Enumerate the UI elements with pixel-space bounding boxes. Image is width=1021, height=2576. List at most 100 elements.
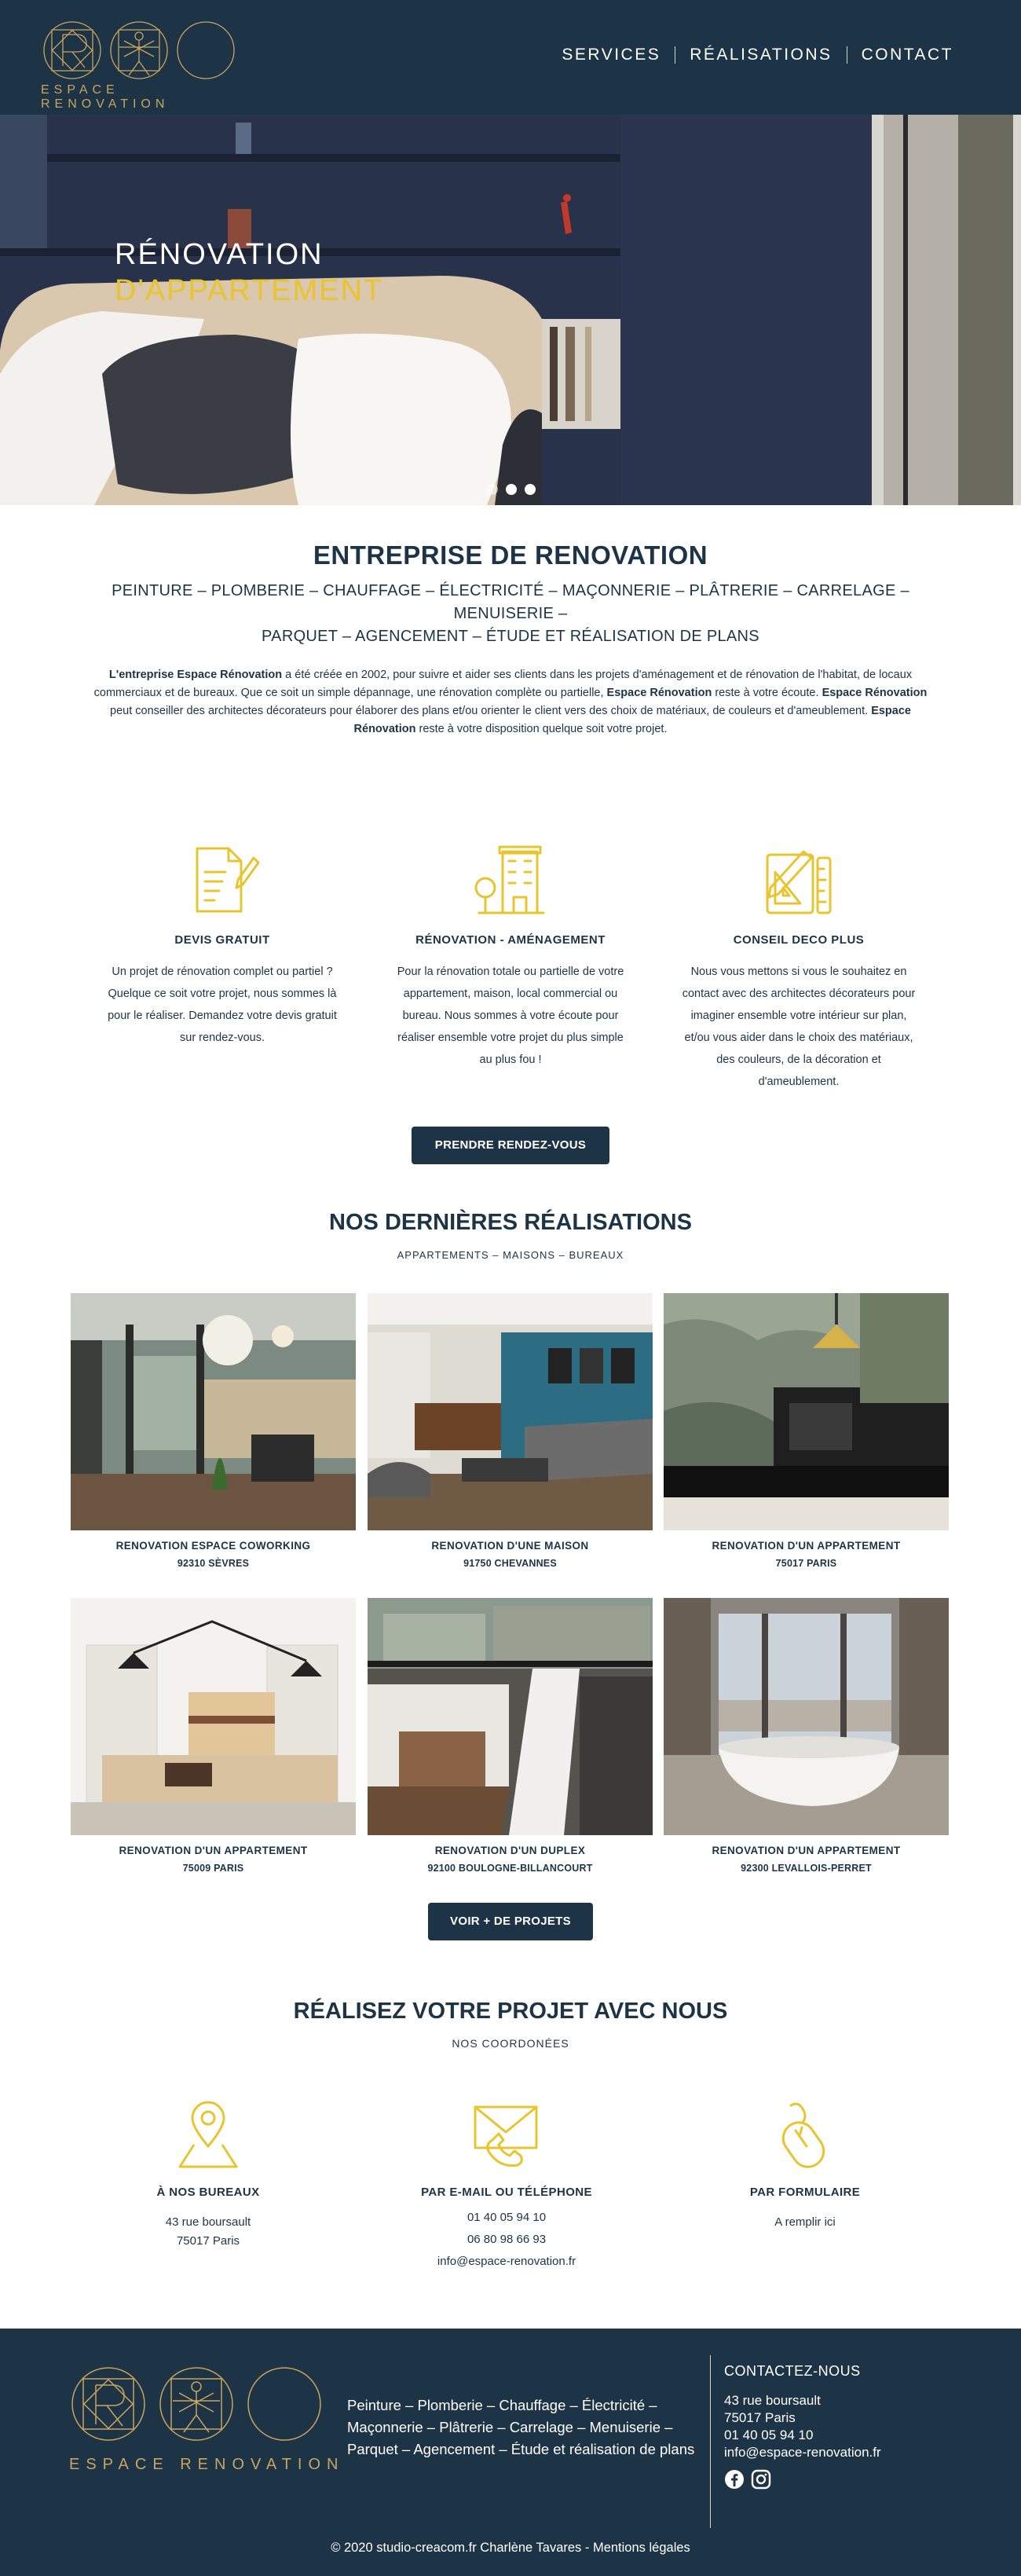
- intro-services-line2: PARQUET – AGENCEMENT – ÉTUDE ET RÉALISAT…: [262, 628, 759, 645]
- email-link[interactable]: info@espace-renovation.fr: [365, 2251, 648, 2273]
- project-card[interactable]: RENOVATION D'UN APPARTEMENT 75017 PARIS: [664, 1293, 949, 1569]
- main-nav: SERVICES RÉALISATIONS CONTACT: [547, 46, 968, 64]
- mouse-icon: [781, 2102, 825, 2168]
- feature-text-line: Pour la rénovation totale ou partielle d…: [397, 966, 624, 978]
- feature-text-line: des couleurs, de la décoration et: [716, 1053, 881, 1066]
- feature-text-line: appartement, maison, local commercial ou: [403, 988, 618, 1000]
- intro-title: ENTREPRISE DE RENOVATION: [313, 540, 708, 570]
- design-tools-icon: [766, 850, 832, 914]
- project-photo[interactable]: [71, 1598, 356, 1835]
- footer-services-line: Parquet – Agencement – Étude et réalisat…: [347, 2441, 695, 2457]
- nav-services[interactable]: SERVICES: [547, 46, 675, 64]
- intro-services-line1: PEINTURE – PLOMBERIE – CHAUFFAGE – ÉLECT…: [112, 582, 909, 622]
- feature-text-line: et/ou vous aider dans le choix des matér…: [684, 1031, 913, 1044]
- feature-text: Un projet de rénovation complet ou parti…: [89, 961, 356, 1049]
- footer-contact: CONTACTEZ-NOUS 43 rue boursault 75017 Pa…: [724, 2363, 991, 2490]
- feature-devis: DEVIS GRATUIT Un projet de rénovation co…: [89, 841, 356, 1049]
- mail-phone-icon: [474, 2105, 538, 2167]
- feature-text: Pour la rénovation totale ou partielle d…: [377, 961, 644, 1071]
- project-photo[interactable]: [71, 1293, 356, 1530]
- facebook-icon[interactable]: [724, 2469, 745, 2490]
- nav-realisations[interactable]: RÉALISATIONS: [675, 46, 846, 64]
- footer-logo-text: ESPACE RENOVATION: [69, 2456, 345, 2473]
- feature-text-line: Un projet de rénovation complet ou parti…: [112, 966, 333, 978]
- project-card[interactable]: RENOVATION D'UN APPARTEMENT 75009 PARIS: [71, 1598, 356, 1874]
- project-title: RENOVATION D'UN DUPLEX: [434, 1845, 586, 1856]
- feature-text-line: pour le réaliser. Demandez votre devis g…: [108, 1010, 337, 1022]
- slider-dot[interactable]: [525, 484, 536, 495]
- project-title: RENOVATION ESPACE COWORKING: [115, 1540, 311, 1552]
- project-title: RENOVATION D'UN APPARTEMENT: [119, 1845, 308, 1856]
- footer-services-line: Peinture – Plomberie – Chauffage – Élect…: [347, 2397, 657, 2413]
- feature-title: DEVIS GRATUIT: [174, 933, 270, 947]
- hero-title-line1: RÉNOVATION: [115, 238, 324, 271]
- intro-text: reste à votre disposition quelque soit v…: [415, 723, 668, 735]
- feature-text-line: réaliser ensemble votre projet du plus s…: [397, 1031, 624, 1044]
- intro-services-list: PEINTURE – PLOMBERIE – CHAUFFAGE – ÉLECT…: [71, 580, 950, 648]
- hero-title: RÉNOVATION D'APPARTEMENT: [115, 236, 383, 309]
- contact-block-title: À NOS BUREAUX: [156, 2186, 260, 2199]
- feature-text-line: Nous vous mettons si vous le souhaitez e…: [690, 966, 907, 978]
- footer-logo-icon[interactable]: [69, 2366, 324, 2445]
- nav-contact[interactable]: CONTACT: [847, 46, 968, 64]
- slider-dot-active[interactable]: [506, 484, 517, 495]
- contact-block-title: PAR E-MAIL OU TÉLÉPHONE: [421, 2186, 592, 2199]
- intro-strong: Espace Rénovation: [606, 687, 712, 699]
- contact-title: RÉALISEZ VOTRE PROJET AVEC NOUS: [293, 1999, 728, 2024]
- contact-subtitle: NOS COORDONÉES: [452, 2037, 569, 2050]
- project-title: RENOVATION D'UNE MAISON: [431, 1540, 589, 1552]
- project-card[interactable]: RENOVATION D'UN DUPLEX 92100 BOULOGNE-BI…: [368, 1598, 653, 1874]
- footer-phone[interactable]: 01 40 05 94 10: [724, 2427, 991, 2444]
- project-card[interactable]: RENOVATION ESPACE COWORKING 92310 SÈVRES: [71, 1293, 356, 1569]
- project-photo[interactable]: [664, 1598, 949, 1835]
- feature-text-line: au plus fou !: [479, 1053, 542, 1066]
- form-link[interactable]: A remplir ici: [664, 2213, 946, 2232]
- realisations-subtitle: APPARTEMENTS – MAISONS – BUREAUX: [397, 1249, 624, 1261]
- realisations-title: NOS DERNIÈRES RÉALISATIONS: [329, 1210, 692, 1235]
- contact-block-title: PAR FORMULAIRE: [749, 2186, 861, 2199]
- project-location: 91750 CHEVANNES: [463, 1558, 557, 1569]
- phone-link[interactable]: 01 40 05 94 10: [365, 2207, 648, 2229]
- intro-paragraph: L'entreprise Espace Rénovation a été cré…: [82, 666, 939, 738]
- feature-renovation: RÉNOVATION - AMÉNAGEMENT Pour la rénovat…: [377, 841, 644, 1071]
- footer-email[interactable]: info@espace-renovation.fr: [724, 2444, 991, 2461]
- address-line: 43 rue boursault: [165, 2215, 251, 2229]
- project-location: 75009 PARIS: [182, 1863, 244, 1874]
- feature-text-line: sur rendez-vous.: [180, 1031, 265, 1044]
- project-location: 92300 LEVALLOIS-PERRET: [741, 1863, 872, 1874]
- mobile-link[interactable]: 06 80 98 66 93: [365, 2229, 648, 2251]
- footer-services-line: Maçonnerie – Plâtrerie – Carrelage – Men…: [347, 2419, 673, 2435]
- footer-address: 43 rue boursault: [724, 2393, 821, 2408]
- contact-email-phone: PAR E-MAIL OU TÉLÉPHONE 01 40 05 94 10 0…: [365, 2098, 648, 2273]
- copyright[interactable]: © 2020 studio-creacom.fr Charlène Tavare…: [0, 2541, 1021, 2556]
- project-card[interactable]: RENOVATION D'UNE MAISON 91750 CHEVANNES: [368, 1293, 653, 1569]
- project-photo[interactable]: [664, 1293, 949, 1530]
- feature-text: Nous vous mettons si vous le souhaitez e…: [665, 961, 932, 1093]
- feature-conseil: CONSEIL DECO PLUS Nous vous mettons si v…: [665, 841, 932, 1093]
- appointment-button[interactable]: PRENDRE RENDEZ-VOUS: [412, 1127, 609, 1164]
- instagram-icon[interactable]: [751, 2469, 771, 2490]
- address-line: 75017 Paris: [176, 2234, 240, 2248]
- footer-city: 75017 Paris: [724, 2410, 796, 2425]
- project-photo[interactable]: [368, 1293, 653, 1530]
- intro-strong: Espace Rénovation: [822, 687, 928, 699]
- slider-dot[interactable]: [487, 484, 498, 495]
- quote-document-icon: [196, 847, 260, 913]
- contact-office: À NOS BUREAUX 43 rue boursault 75017 Par…: [67, 2098, 349, 2251]
- more-projects-button[interactable]: VOIR + DE PROJETS: [428, 1903, 593, 1940]
- feature-text-line: imaginer ensemble votre intérieur sur pl…: [690, 1010, 907, 1022]
- hero-slider: RÉNOVATION D'APPARTEMENT: [0, 115, 1021, 505]
- site-footer: ESPACE RENOVATION Peinture – Plomberie –…: [0, 2329, 1021, 2576]
- contact-form: PAR FORMULAIRE A remplir ici: [664, 2098, 946, 2232]
- footer-divider: [710, 2355, 711, 2528]
- project-location: 75017 PARIS: [775, 1558, 837, 1569]
- feature-title: RÉNOVATION - AMÉNAGEMENT: [415, 933, 606, 947]
- project-title: RENOVATION D'UN APPARTEMENT: [712, 1540, 901, 1552]
- feature-text-line: bureau. Nous sommes à votre écoute pour: [402, 1010, 619, 1022]
- project-card[interactable]: RENOVATION D'UN APPARTEMENT 92300 LEVALL…: [664, 1598, 949, 1874]
- hero-title-line2: D'APPARTEMENT: [115, 274, 384, 307]
- intro-text: peut conseiller des architectes décorate…: [110, 705, 872, 717]
- logo-text: ESPACE RENOVATION: [41, 83, 170, 111]
- project-photo[interactable]: [368, 1598, 653, 1835]
- site-header: ESPACE RENOVATION SERVICES RÉALISATIONS …: [0, 0, 1021, 115]
